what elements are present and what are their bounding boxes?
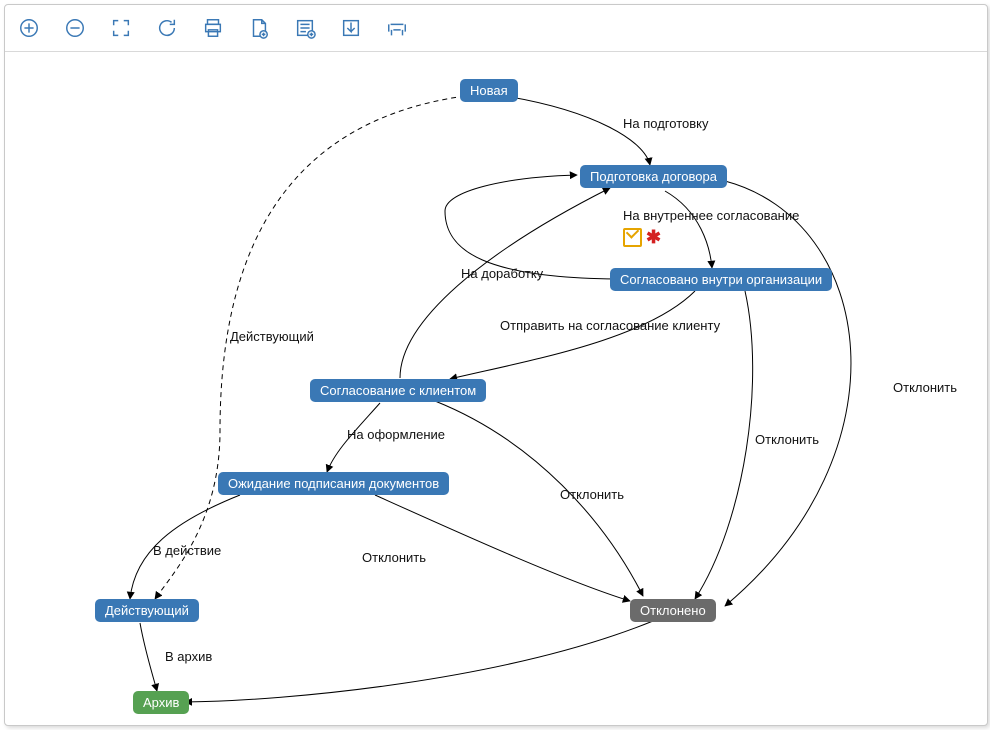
state-client[interactable]: Согласование с клиентом [310, 379, 486, 402]
label-to-prepare: На подготовку [623, 116, 708, 131]
zoom-in-button[interactable] [15, 14, 43, 42]
check-icon [623, 228, 642, 247]
export-diagram-button[interactable] [337, 14, 365, 42]
diagram-canvas[interactable]: Новая Подготовка договора Согласовано вн… [5, 51, 987, 725]
new-document-button[interactable] [245, 14, 273, 42]
toolbar [5, 5, 987, 52]
validation-icons: ✱ [623, 227, 661, 248]
state-archive[interactable]: Архив [133, 691, 189, 714]
label-to-rework: На доработку [461, 266, 543, 281]
label-reject-client: Отклонить [560, 487, 624, 502]
app-frame: Новая Подготовка договора Согласовано вн… [4, 4, 988, 726]
label-reject-prepare: Отклонить [893, 380, 957, 395]
label-reject-internal: Отклонить [755, 432, 819, 447]
state-internal[interactable]: Согласовано внутри организации [610, 268, 832, 291]
edges-layer [5, 51, 987, 725]
label-to-archive: В архив [165, 649, 212, 664]
reload-button[interactable] [153, 14, 181, 42]
state-new[interactable]: Новая [460, 79, 518, 102]
label-to-active: В действие [153, 543, 221, 558]
state-active[interactable]: Действующий [95, 599, 199, 622]
state-prepare[interactable]: Подготовка договора [580, 165, 727, 188]
zoom-out-button[interactable] [61, 14, 89, 42]
state-waitdocs[interactable]: Ожидание подписания документов [218, 472, 449, 495]
new-form-button[interactable] [291, 14, 319, 42]
label-to-client: Отправить на согласование клиенту [500, 318, 720, 333]
fit-screen-button[interactable] [107, 14, 135, 42]
align-button[interactable] [383, 14, 411, 42]
label-to-internal: На внутреннее согласование [623, 208, 799, 223]
state-rejected[interactable]: Отклонено [630, 599, 716, 622]
label-to-format: На оформление [347, 427, 445, 442]
print-button[interactable] [199, 14, 227, 42]
label-active-dashed: Действующий [230, 329, 314, 344]
asterisk-icon: ✱ [646, 227, 661, 247]
label-reject-waitdocs: Отклонить [362, 550, 426, 565]
